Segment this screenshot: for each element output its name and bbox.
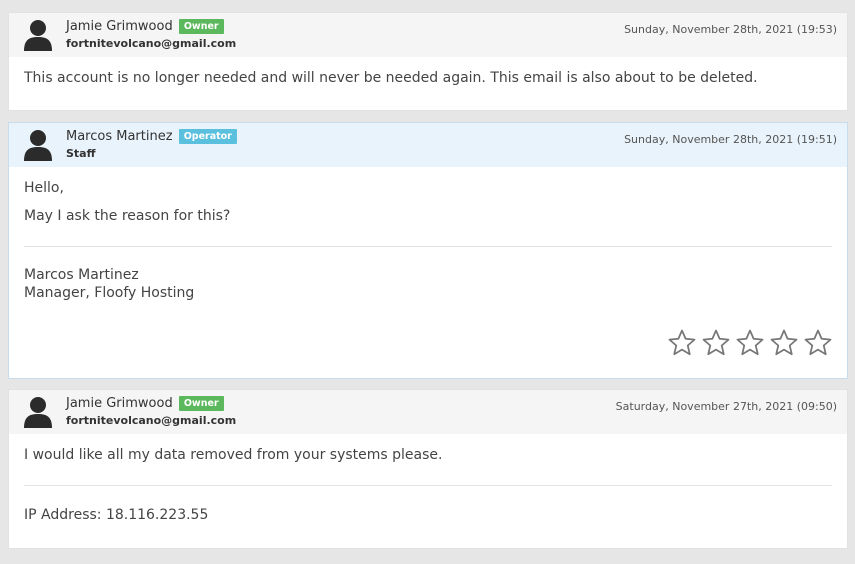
operator-badge: Operator <box>178 129 237 144</box>
reply-date: Saturday, November 27th, 2021 (09:50) <box>615 400 837 413</box>
author-line: Marcos Martinez Operator <box>66 129 237 145</box>
star-outline-icon[interactable] <box>735 328 765 358</box>
owner-badge: Owner <box>178 396 224 411</box>
author-name: Jamie Grimwood <box>66 19 173 34</box>
message-text: This account is no longer needed and wil… <box>24 70 758 86</box>
message-text: I would like all my data removed from yo… <box>24 447 443 463</box>
star-outline-icon[interactable] <box>701 328 731 358</box>
signature-title: Manager, Floofy Hosting <box>24 285 195 301</box>
author-line: Jamie Grimwood Owner <box>66 19 224 35</box>
reply-date: Sunday, November 28th, 2021 (19:53) <box>624 23 837 36</box>
reply-body: I would like all my data removed from yo… <box>9 434 847 523</box>
message-greeting: Hello, <box>24 180 64 196</box>
star-outline-icon[interactable] <box>803 328 833 358</box>
reply-header: Marcos Martinez Operator Staff Sunday, N… <box>9 123 847 167</box>
reply-date: Sunday, November 28th, 2021 (19:51) <box>624 133 837 146</box>
author-role: Staff <box>66 147 96 160</box>
author-email: fortnitevolcano@gmail.com <box>66 37 237 50</box>
ticket-reply-3: Jamie Grimwood Owner fortnitevolcano@gma… <box>8 389 848 549</box>
ticket-reply-2: Marcos Martinez Operator Staff Sunday, N… <box>8 122 848 379</box>
reply-body: This account is no longer needed and wil… <box>9 57 847 86</box>
rating-stars <box>667 328 833 358</box>
ticket-reply-1: Jamie Grimwood Owner fortnitevolcano@gma… <box>8 12 848 111</box>
reply-body: Hello, May I ask the reason for this? Ma… <box>9 167 847 301</box>
message-text: May I ask the reason for this? <box>24 208 231 224</box>
author-name: Jamie Grimwood <box>66 396 173 411</box>
owner-badge: Owner <box>178 19 224 34</box>
reply-header: Jamie Grimwood Owner fortnitevolcano@gma… <box>9 13 847 57</box>
user-avatar-icon <box>24 397 52 428</box>
author-name: Marcos Martinez <box>66 129 173 144</box>
author-line: Jamie Grimwood Owner <box>66 396 224 412</box>
star-outline-icon[interactable] <box>667 328 697 358</box>
reply-header: Jamie Grimwood Owner fortnitevolcano@gma… <box>9 390 847 434</box>
signature-name: Marcos Martinez <box>24 267 139 283</box>
ip-address: IP Address: 18.116.223.55 <box>24 507 209 523</box>
author-email: fortnitevolcano@gmail.com <box>66 414 237 427</box>
user-avatar-icon <box>24 130 52 161</box>
user-avatar-icon <box>24 20 52 51</box>
star-outline-icon[interactable] <box>769 328 799 358</box>
